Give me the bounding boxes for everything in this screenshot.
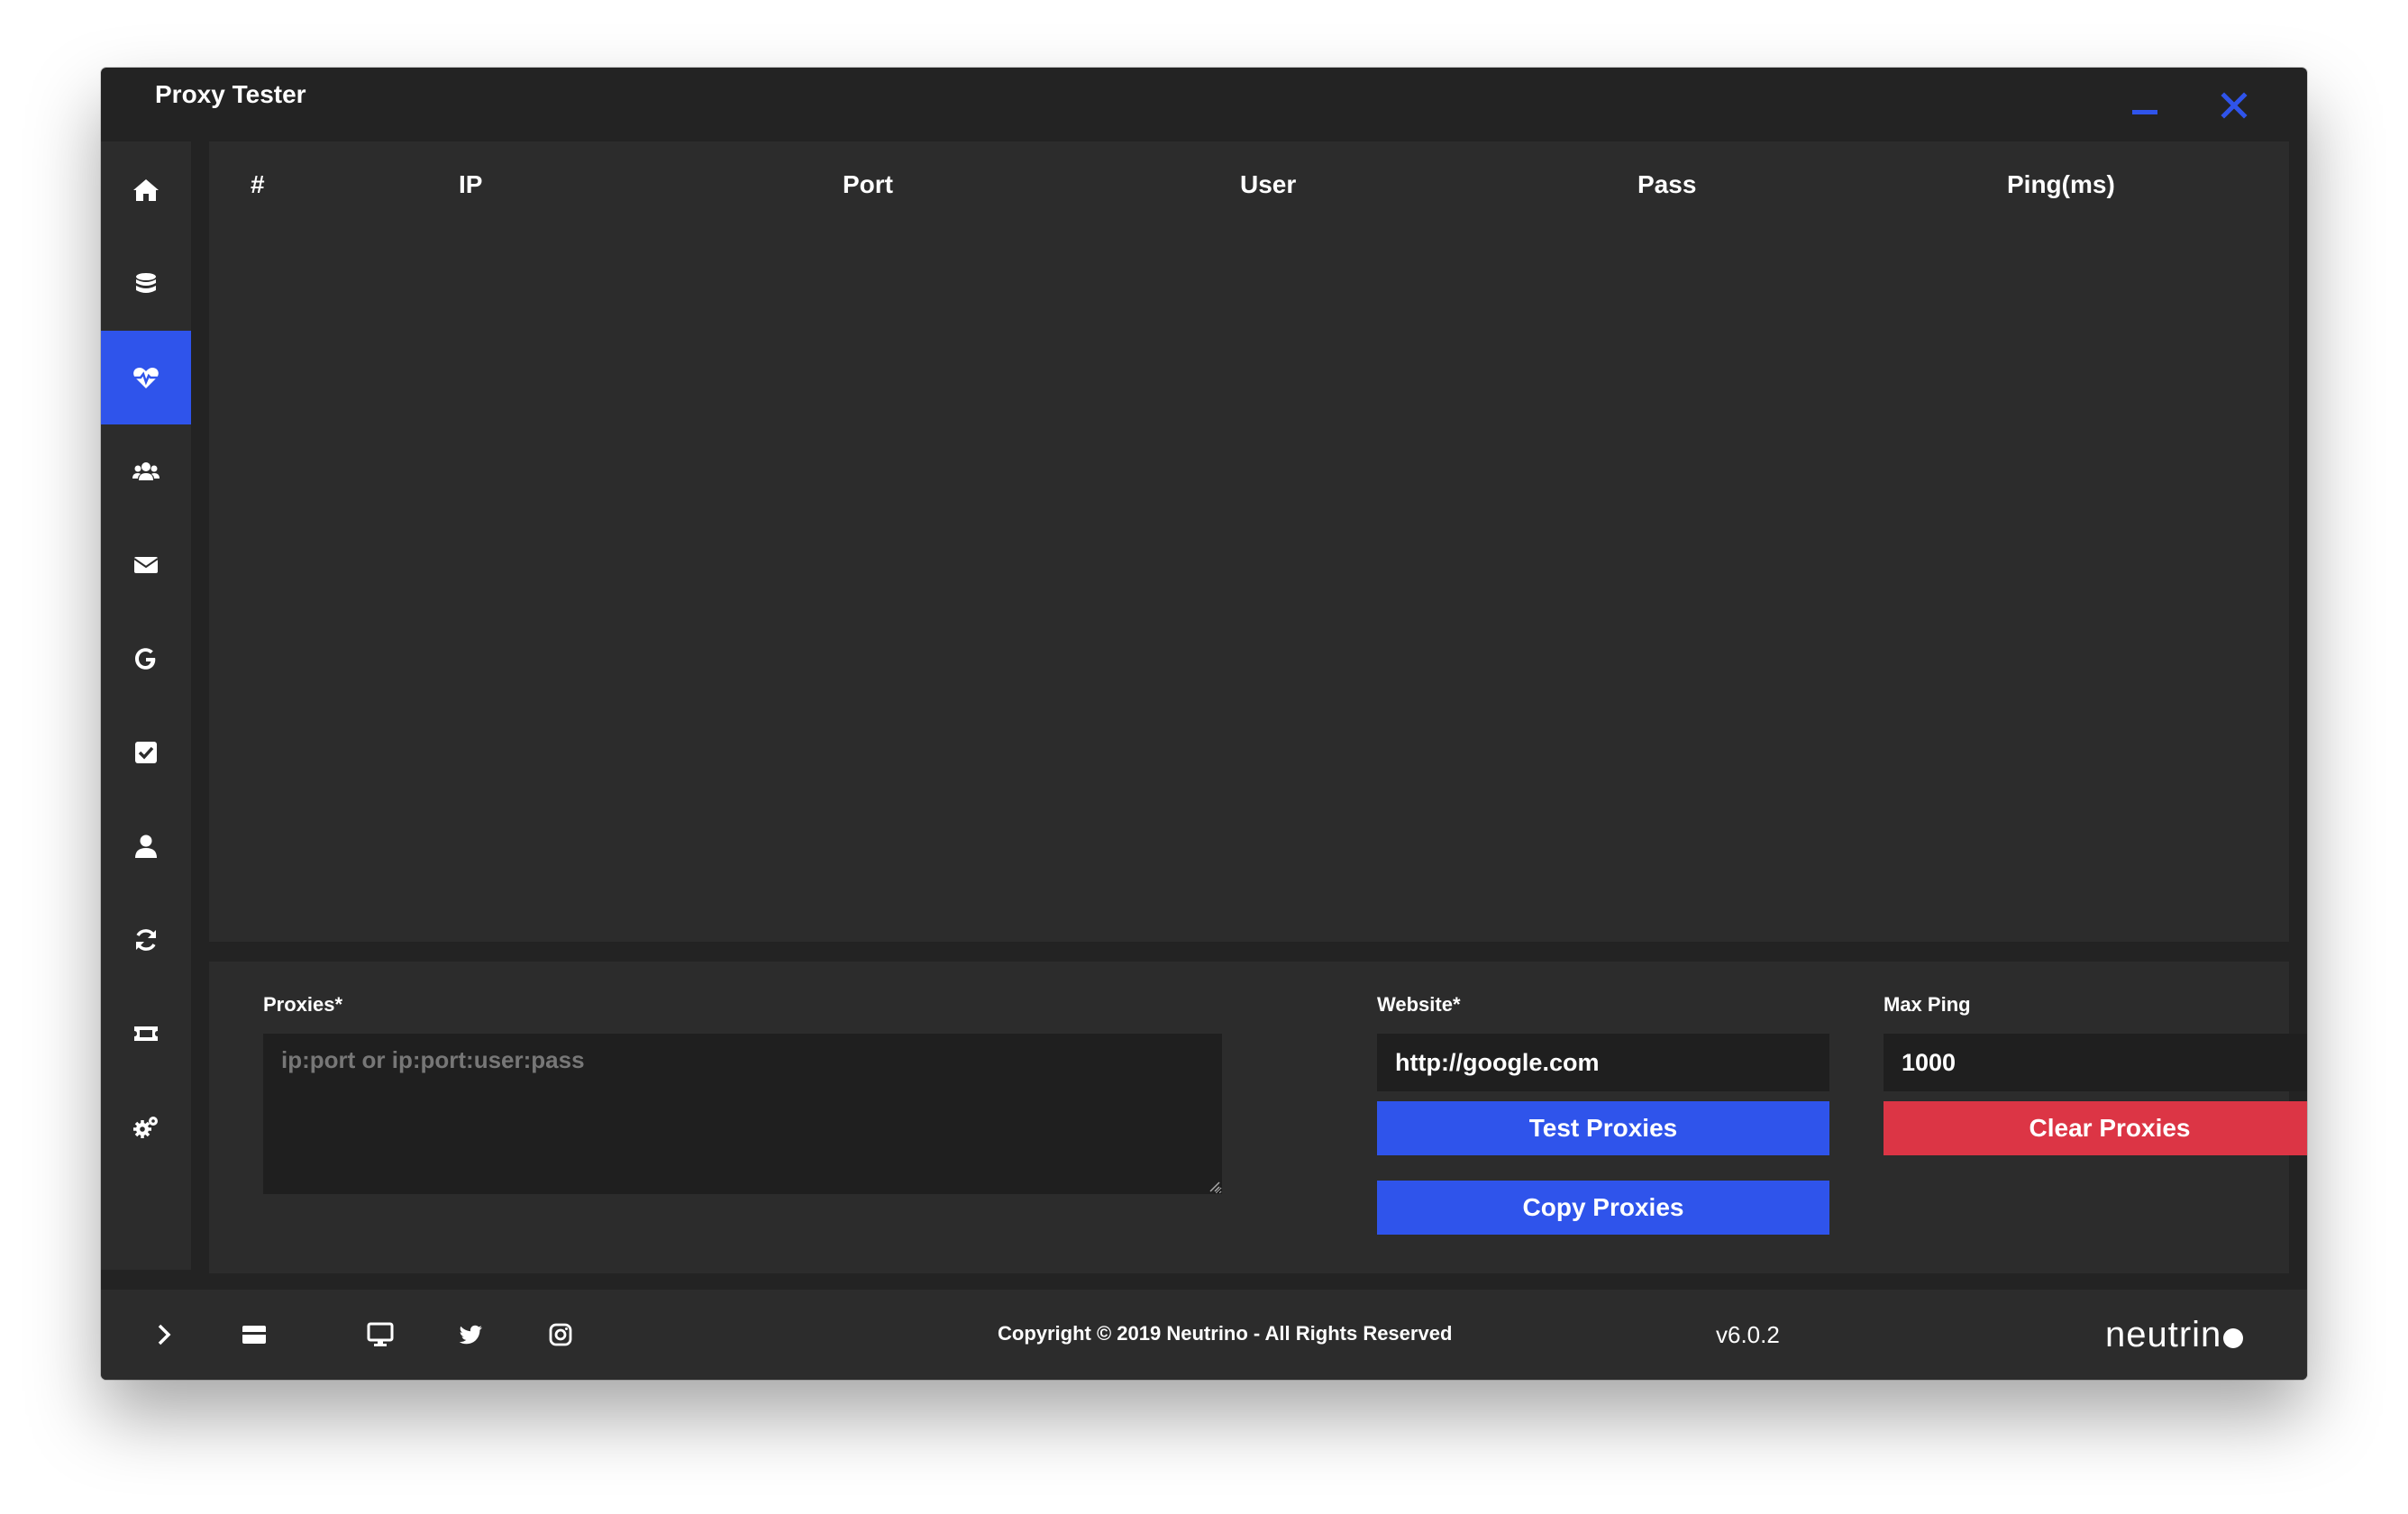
sidebar-item-profile[interactable] xyxy=(101,799,191,893)
copy-proxies-button[interactable]: Copy Proxies xyxy=(1377,1181,1829,1235)
column-header-user: User xyxy=(1240,170,1297,198)
expand-sidebar-button[interactable] xyxy=(146,1317,182,1353)
proxies-label: Proxies* xyxy=(263,993,343,1016)
chevron-right-icon xyxy=(158,1324,171,1345)
database-icon xyxy=(136,273,156,293)
brand-dot-icon xyxy=(2223,1327,2244,1348)
card-button[interactable] xyxy=(236,1317,272,1353)
monitor-button[interactable] xyxy=(362,1317,398,1353)
sidebar-item-sync[interactable] xyxy=(101,893,191,987)
sidebar-item-proxy-tester[interactable] xyxy=(101,331,191,424)
window-title: Proxy Tester xyxy=(155,80,306,108)
footer: Copyright © 2019 Neutrino - All Rights R… xyxy=(101,1290,2307,1380)
sidebar-item-tickets[interactable] xyxy=(101,987,191,1081)
version-text: v6.0.2 xyxy=(1716,1321,1780,1348)
sidebar-item-database[interactable] xyxy=(101,237,191,331)
close-icon xyxy=(2221,92,2248,119)
minimize-icon xyxy=(2132,110,2157,114)
brand-wordmark: neutrin xyxy=(2105,1315,2222,1354)
app-window: Proxy Tester # IP Port User Pass Ping(ms… xyxy=(101,68,2307,1380)
max-ping-label: Max Ping xyxy=(1884,993,1971,1016)
cogs-icon xyxy=(133,1117,158,1138)
instagram-icon xyxy=(549,1323,572,1346)
brand-logo: neutrin xyxy=(2105,1315,2244,1355)
card-icon xyxy=(242,1326,266,1344)
copyright-text: Copyright © 2019 Neutrino - All Rights R… xyxy=(998,1322,1453,1345)
user-icon xyxy=(135,835,157,858)
resize-handle-icon[interactable] xyxy=(1208,1180,1220,1192)
sidebar xyxy=(101,141,191,1270)
checkbox-icon xyxy=(135,742,157,763)
column-header-number: # xyxy=(251,170,265,198)
sidebar-item-google[interactable] xyxy=(101,612,191,706)
title-bar: Proxy Tester xyxy=(101,68,2307,141)
google-icon xyxy=(135,648,156,670)
close-button[interactable] xyxy=(2212,84,2256,127)
max-ping-input[interactable] xyxy=(1884,1034,2307,1091)
sidebar-item-users[interactable] xyxy=(101,424,191,518)
column-header-pass: Pass xyxy=(1637,170,1697,198)
website-label: Website* xyxy=(1377,993,1461,1016)
proxies-input[interactable] xyxy=(263,1034,1222,1194)
home-icon xyxy=(133,179,159,201)
sidebar-item-tasks[interactable] xyxy=(101,706,191,799)
website-input[interactable] xyxy=(1377,1034,1829,1091)
column-header-ip: IP xyxy=(459,170,483,198)
heartbeat-icon xyxy=(133,368,159,388)
minimize-button[interactable] xyxy=(2123,84,2166,127)
proxy-table: # IP Port User Pass Ping(ms) xyxy=(209,141,2289,942)
sidebar-item-mail[interactable] xyxy=(101,518,191,612)
sidebar-item-home[interactable] xyxy=(101,143,191,237)
sidebar-item-settings[interactable] xyxy=(101,1081,191,1174)
monitor-icon xyxy=(367,1322,394,1346)
clear-proxies-button[interactable]: Clear Proxies xyxy=(1884,1101,2307,1155)
proxy-form: Proxies* Website* Max Ping Test Proxies … xyxy=(209,962,2307,1273)
column-header-port: Port xyxy=(843,170,893,198)
envelope-icon xyxy=(133,557,159,573)
users-icon xyxy=(132,462,160,480)
instagram-button[interactable] xyxy=(543,1317,579,1353)
sync-icon xyxy=(136,929,156,951)
column-header-ping: Ping(ms) xyxy=(2007,170,2115,198)
ticket-icon xyxy=(134,1026,158,1041)
test-proxies-button[interactable]: Test Proxies xyxy=(1377,1101,1829,1155)
twitter-icon xyxy=(459,1325,482,1345)
twitter-button[interactable] xyxy=(452,1317,488,1353)
